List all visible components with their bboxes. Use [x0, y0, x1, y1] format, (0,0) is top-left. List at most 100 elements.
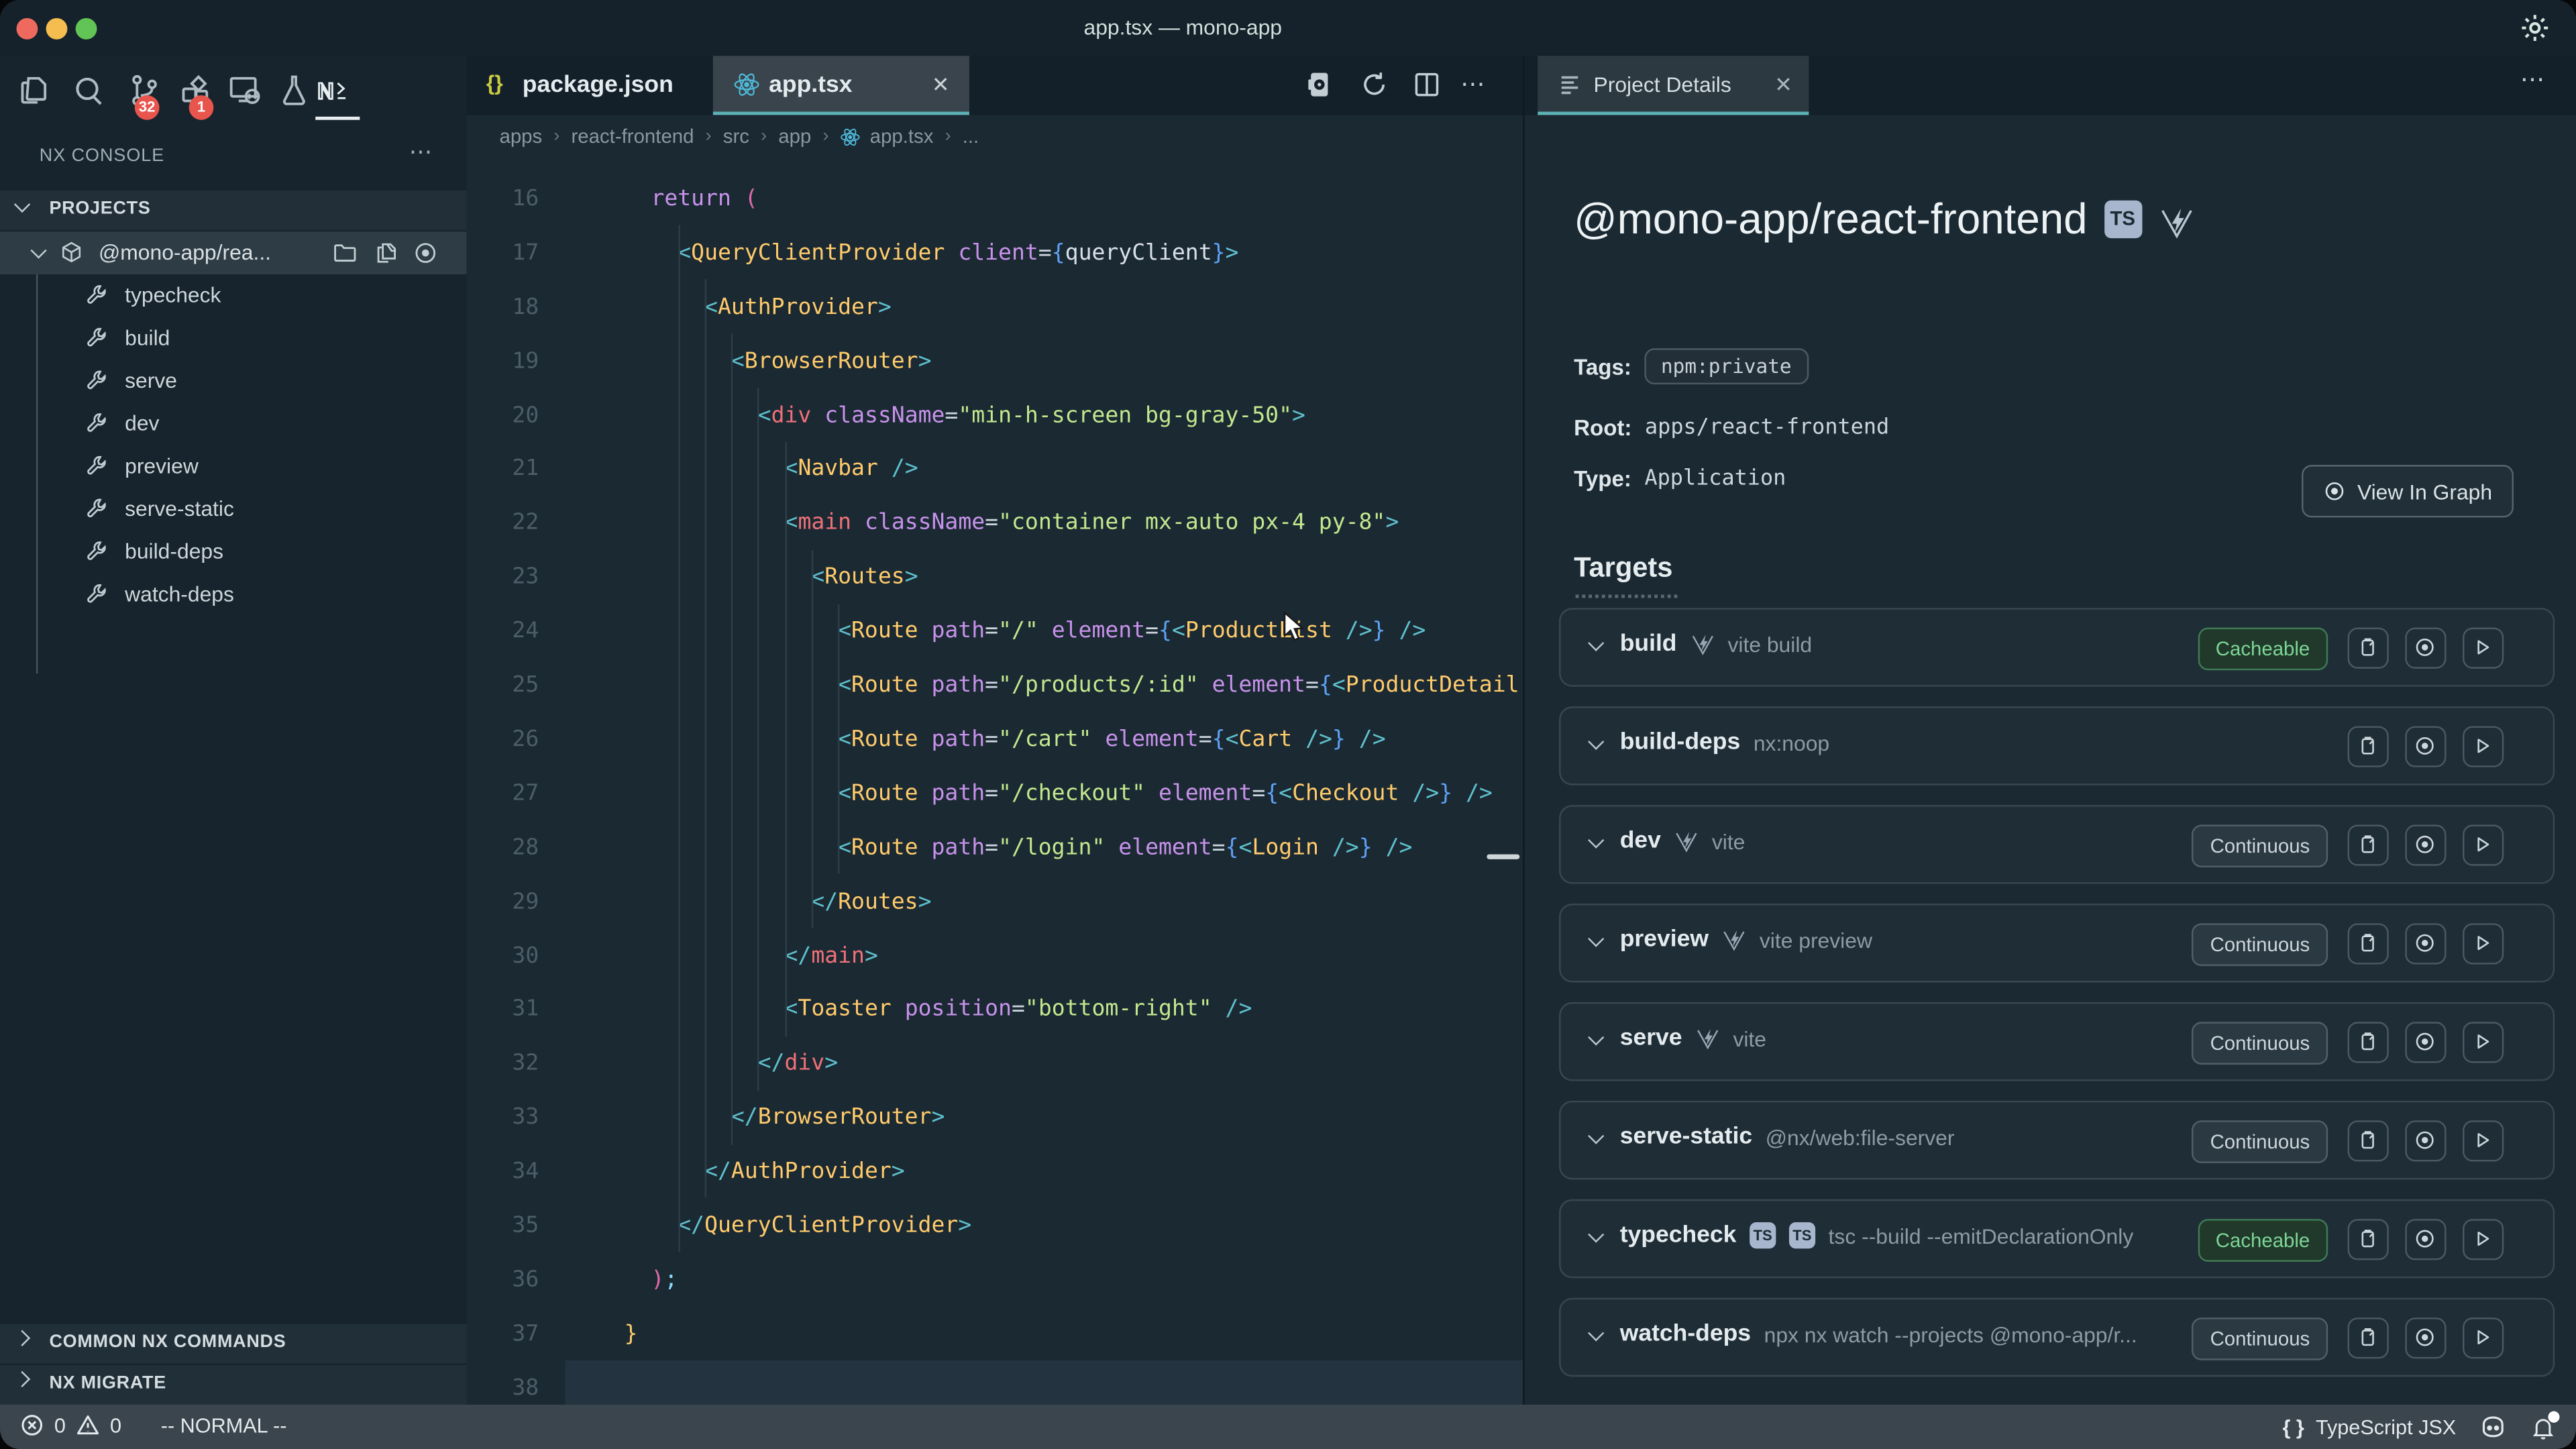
breadcrumb-item[interactable]: src: [723, 125, 749, 148]
scrollbar-marker[interactable]: [1487, 854, 1519, 859]
close-tab-icon[interactable]: ✕: [932, 72, 950, 99]
breadcrumb-item[interactable]: apps: [499, 125, 542, 148]
extensions-icon[interactable]: 1: [177, 72, 213, 109]
chevron-down-icon[interactable]: [1588, 1325, 1604, 1341]
view-in-graph-button[interactable]: View In Graph: [2302, 465, 2514, 517]
chevron-down-icon[interactable]: [1588, 734, 1604, 750]
remote-explorer-icon[interactable]: [227, 72, 263, 109]
settings-gear-icon[interactable]: [2518, 11, 2551, 44]
focus-target-button[interactable]: [2405, 1022, 2446, 1063]
chevron-down-icon[interactable]: [1588, 1226, 1604, 1242]
chevron-down-icon[interactable]: [1588, 833, 1604, 849]
target-name[interactable]: typecheck: [1620, 1222, 1737, 1248]
sidebar-more-icon[interactable]: ⋯: [409, 138, 434, 166]
refresh-icon[interactable]: [1358, 69, 1390, 109]
nx-console-icon[interactable]: [315, 72, 352, 109]
chevron-down-icon[interactable]: [1588, 930, 1604, 947]
target-name[interactable]: dev: [1620, 828, 1661, 854]
copy-file-icon[interactable]: [373, 240, 399, 266]
target-name[interactable]: preview: [1620, 926, 1709, 953]
target-name[interactable]: watch-deps: [1620, 1321, 1751, 1347]
copy-task-button[interactable]: [2348, 726, 2389, 767]
breadcrumb-item[interactable]: app: [778, 125, 811, 148]
source-control-icon[interactable]: 32: [127, 72, 163, 109]
breadcrumb-item[interactable]: ...: [963, 125, 979, 148]
tree-item-serve[interactable]: serve: [0, 360, 467, 402]
search-icon[interactable]: [70, 72, 107, 109]
line-number: 28: [467, 834, 566, 860]
chevron-down-icon[interactable]: [1588, 635, 1604, 651]
focus-target-button[interactable]: [2405, 1219, 2446, 1260]
copy-task-button[interactable]: [2348, 1022, 2389, 1063]
folder-icon[interactable]: [332, 240, 358, 266]
tree-item-preview[interactable]: preview: [0, 445, 467, 488]
tree-item-serve-static[interactable]: serve-static: [0, 488, 467, 531]
close-panel-tab-icon[interactable]: ✕: [1774, 72, 1792, 99]
tab-app-tsx[interactable]: app.tsx ✕: [713, 56, 969, 115]
copy-task-button[interactable]: [2348, 1120, 2389, 1161]
copy-task-button[interactable]: [2348, 1219, 2389, 1260]
run-target-button[interactable]: [2463, 1022, 2504, 1063]
run-target-button[interactable]: [2463, 923, 2504, 964]
tree-item-watch-deps[interactable]: watch-deps: [0, 574, 467, 616]
run-target-button[interactable]: [2463, 1219, 2504, 1260]
code-line-37: 37}: [467, 1307, 1523, 1361]
focus-target-button[interactable]: [2405, 923, 2446, 964]
code-line-17: 17 <QueryClientProvider client={queryCli…: [467, 225, 1523, 280]
errors-count[interactable]: 0: [54, 1413, 66, 1436]
editor-more-actions-icon[interactable]: ⋯: [1460, 69, 1487, 99]
project-details-panel: Project Details ✕ ⋯ @mono-app/react-fron…: [1523, 56, 2576, 1405]
breadcrumb[interactable]: apps›react-frontend›src›app› app.tsx›...: [467, 115, 1523, 158]
cacheable-badge: Cacheable: [2198, 628, 2328, 671]
run-target-button[interactable]: [2463, 726, 2504, 767]
tree-item-build[interactable]: build: [0, 317, 467, 360]
projects-section-header[interactable]: PROJECTS: [0, 191, 467, 230]
tree-item-dev[interactable]: dev: [0, 402, 467, 445]
target-icon[interactable]: [413, 240, 439, 266]
run-project-button[interactable]: [1304, 69, 1336, 109]
selected-project-row[interactable]: @mono-app/rea...: [0, 231, 467, 274]
focus-target-button[interactable]: [2405, 824, 2446, 865]
tree-item-typecheck[interactable]: typecheck: [0, 274, 467, 317]
explorer-icon[interactable]: [16, 72, 52, 109]
language-mode[interactable]: { } TypeScript JSX: [2282, 1415, 2456, 1438]
tree-item-build-deps[interactable]: build-deps: [0, 531, 467, 574]
warnings-count[interactable]: 0: [110, 1413, 121, 1436]
nx-migrate-section[interactable]: NX MIGRATE: [0, 1365, 467, 1405]
focus-target-button[interactable]: [2405, 1318, 2446, 1358]
focus-target-button[interactable]: [2405, 1120, 2446, 1161]
chevron-down-icon[interactable]: [1588, 1128, 1604, 1144]
breadcrumb-item[interactable]: react-frontend: [572, 125, 694, 148]
run-target-button[interactable]: [2463, 628, 2504, 669]
target-name[interactable]: serve: [1620, 1025, 1682, 1051]
warnings-icon[interactable]: [76, 1413, 101, 1438]
copy-task-button[interactable]: [2348, 923, 2389, 964]
notifications-bell-icon[interactable]: [2530, 1413, 2556, 1440]
focus-target-button[interactable]: [2405, 726, 2446, 767]
tab-package-json[interactable]: {} package.json: [467, 56, 713, 115]
target-name[interactable]: serve-static: [1620, 1124, 1752, 1150]
target-name[interactable]: build-deps: [1620, 729, 1741, 755]
breadcrumb-item[interactable]: app.tsx: [841, 125, 934, 148]
run-target-button[interactable]: [2463, 1120, 2504, 1161]
chevron-down-icon[interactable]: [1588, 1029, 1604, 1045]
split-editor-icon[interactable]: [1411, 69, 1443, 109]
copilot-icon[interactable]: [2479, 1413, 2508, 1441]
copy-task-button[interactable]: [2348, 824, 2389, 865]
indent-guide: [678, 225, 679, 1252]
indent-guide: [785, 442, 786, 1036]
common-nx-commands-section[interactable]: COMMON NX COMMANDS: [0, 1324, 467, 1364]
code-editor[interactable]: 15export function App() {16 return (17 <…: [467, 158, 1523, 1405]
copy-task-button[interactable]: [2348, 1318, 2389, 1358]
test-beaker-icon[interactable]: [276, 72, 312, 109]
vim-mode-indicator[interactable]: -- NORMAL --: [161, 1413, 287, 1436]
focus-target-button[interactable]: [2405, 628, 2446, 669]
panel-more-icon[interactable]: ⋯: [2520, 64, 2546, 94]
tab-project-details[interactable]: Project Details ✕: [1538, 56, 1809, 115]
target-card-typecheck: typecheckTSTStsc --build --emitDeclarati…: [1559, 1199, 2555, 1279]
target-name[interactable]: build: [1620, 631, 1677, 657]
errors-icon[interactable]: [19, 1413, 44, 1438]
run-target-button[interactable]: [2463, 824, 2504, 865]
run-target-button[interactable]: [2463, 1318, 2504, 1358]
copy-task-button[interactable]: [2348, 628, 2389, 669]
